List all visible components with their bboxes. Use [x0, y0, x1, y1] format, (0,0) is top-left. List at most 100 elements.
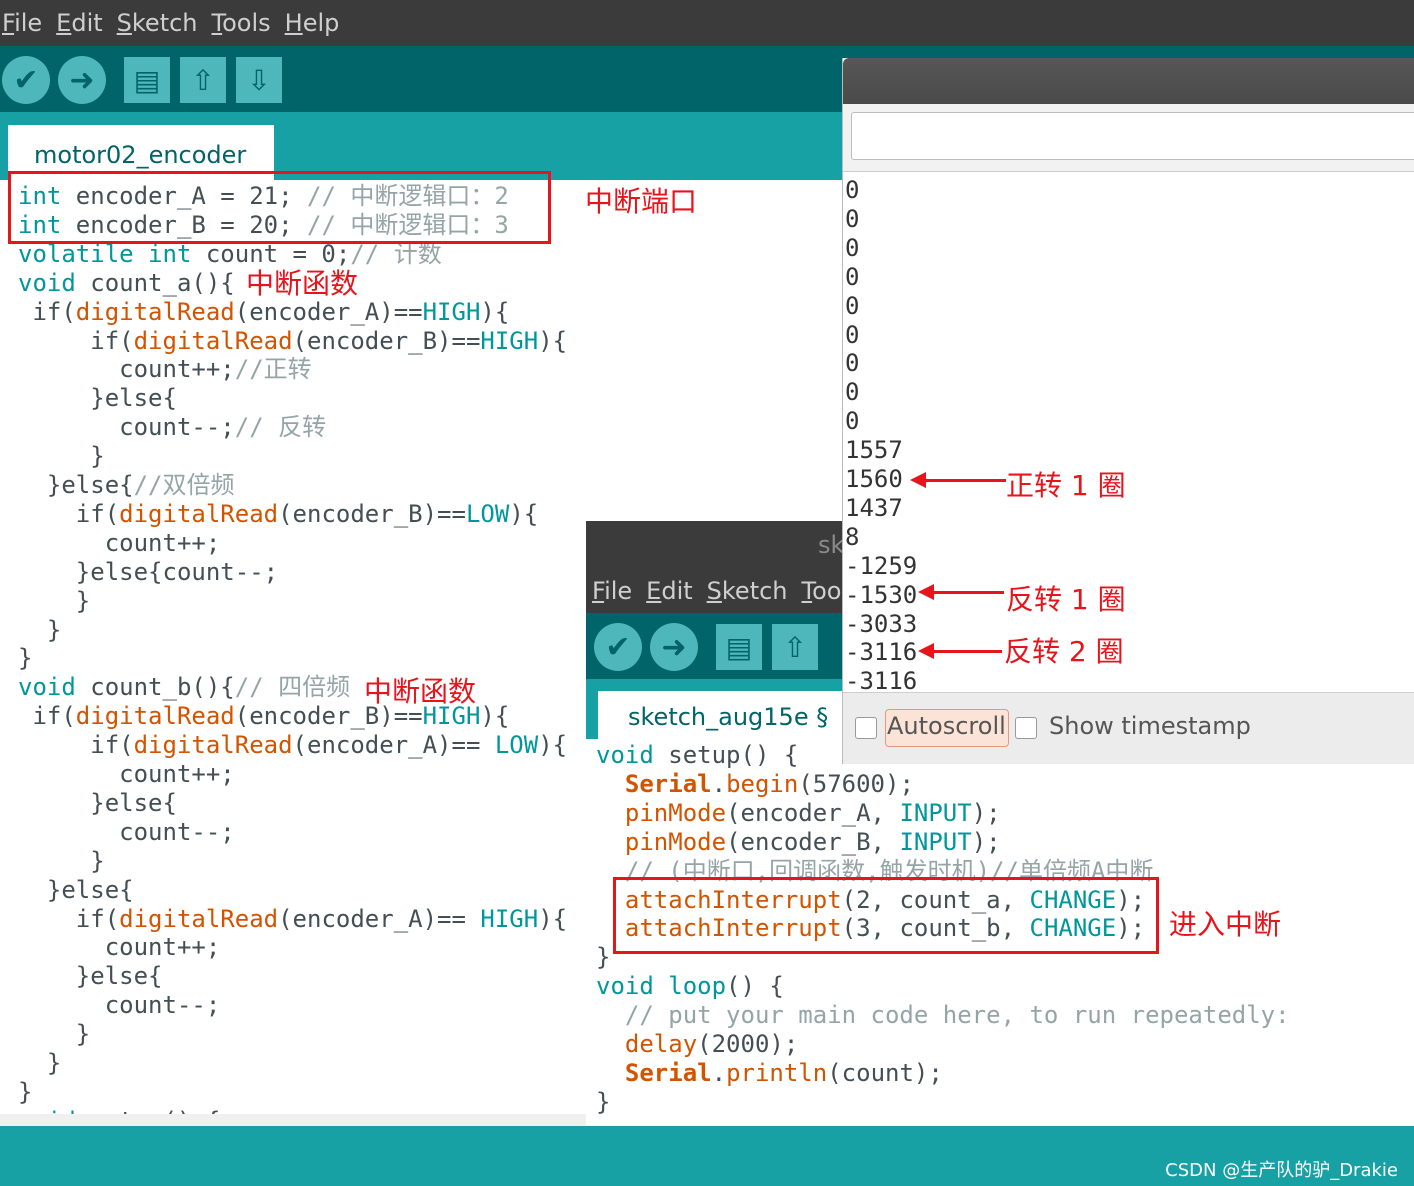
- code-token: }else{: [18, 471, 134, 499]
- code-token: HIGH: [422, 297, 481, 326]
- code-token: println: [726, 1058, 828, 1087]
- code-line: void loop() {: [596, 972, 784, 1001]
- code-token: (encoder_A)==: [278, 904, 481, 933]
- code-token: count--;: [18, 817, 235, 846]
- sketch-menu-tools[interactable]: Too: [802, 577, 842, 605]
- arrow-right-icon: ➜: [661, 629, 687, 665]
- code-line: count--;// 反转: [18, 413, 326, 442]
- serial-output-line: -1530: [845, 580, 918, 609]
- code-token: }: [18, 1020, 91, 1049]
- code-token: (encoder_B)==: [278, 499, 466, 528]
- document-icon: ▤: [133, 63, 161, 97]
- serial-send-input[interactable]: [851, 112, 1414, 160]
- code-token: }: [596, 1087, 611, 1116]
- code-line: }: [596, 1088, 610, 1117]
- code-token: digitalRead: [75, 702, 235, 731]
- code-token: if(: [18, 326, 134, 355]
- code-line: void setup() {: [596, 741, 798, 770]
- code-line: count++;: [18, 760, 235, 789]
- code-line: if(digitalRead(encoder_A)== LOW){: [18, 731, 567, 760]
- menu-edit[interactable]: Edit: [56, 9, 102, 37]
- save-button[interactable]: ⇩: [236, 57, 282, 103]
- code-token: count++;: [18, 355, 235, 384]
- arrow-down-icon: ⇩: [247, 63, 271, 97]
- serial-output-line: -3116: [845, 667, 918, 694]
- code-line: }: [18, 442, 104, 471]
- code-line: }else{: [18, 789, 177, 818]
- code-token: (57600);: [798, 769, 914, 798]
- document-icon: ▤: [725, 630, 753, 664]
- code-line: count++;//正转: [18, 355, 312, 384]
- code-token: }else{: [18, 788, 177, 817]
- code-token: (encoder_A)==: [292, 731, 495, 760]
- code-token: if(: [18, 297, 76, 326]
- arrow-left-icon: [918, 584, 1004, 600]
- code-token: void: [18, 268, 76, 297]
- serial-monitor-titlebar[interactable]: [843, 58, 1414, 104]
- new-button[interactable]: ▤: [124, 57, 170, 103]
- code-token: }: [18, 644, 33, 673]
- enter-interrupt-highlight: [613, 877, 1159, 954]
- menu-tools[interactable]: Tools: [212, 9, 271, 37]
- upload-button[interactable]: ➜: [58, 56, 106, 104]
- code-line: pinMode(encoder_B, INPUT);: [596, 828, 1001, 857]
- sketch-menu-sketch[interactable]: Sketch: [707, 577, 788, 605]
- sketch-new-button[interactable]: ▤: [716, 624, 762, 670]
- show-timestamp-label[interactable]: Show timestamp: [1049, 712, 1251, 740]
- serial-output-line: 0: [845, 378, 860, 407]
- code-token: }else{: [18, 384, 177, 413]
- open-button[interactable]: ⇧: [180, 57, 226, 103]
- code-token: loop: [668, 972, 727, 1001]
- menu-file[interactable]: File: [2, 9, 42, 37]
- sketch-menu-file[interactable]: File: [592, 577, 632, 605]
- code-token: ){: [538, 904, 568, 933]
- code-line: }else{: [18, 962, 163, 991]
- code-token: if(: [18, 731, 134, 760]
- serial-output-line: 8: [845, 522, 860, 551]
- annotation-enter-interrupt: 进入中断: [1169, 908, 1282, 941]
- serial-footer: Autoscroll Show timestamp: [843, 692, 1414, 764]
- code-line: }else{: [18, 384, 177, 413]
- code-token: }else{count--;: [18, 557, 279, 586]
- autoscroll-checkbox[interactable]: [855, 717, 877, 739]
- sketch-menu-edit[interactable]: Edit: [646, 577, 692, 605]
- code-token: void: [596, 741, 654, 769]
- code-token: );: [971, 827, 1001, 856]
- code-token: Serial: [624, 769, 712, 798]
- annotation-isr-b: 中断函数: [364, 675, 477, 708]
- code-line: count--;: [18, 818, 235, 847]
- code-token: (count);: [827, 1058, 943, 1087]
- code-token: setup() {: [76, 1107, 220, 1114]
- code-token: begin: [726, 769, 799, 798]
- menu-sketch[interactable]: Sketch: [117, 9, 198, 37]
- sketch-verify-button[interactable]: ✔: [594, 623, 642, 671]
- code-token: count--;: [18, 991, 221, 1020]
- code-token: if(: [18, 499, 120, 528]
- checkmark-icon: ✔: [13, 62, 39, 98]
- verify-button[interactable]: ✔: [2, 56, 50, 104]
- code-token: count_b(){: [75, 673, 235, 702]
- code-token: }: [18, 615, 62, 644]
- sketch-open-button[interactable]: ⇧: [772, 624, 818, 670]
- annotation-forward-1: 正转 1 圈: [1006, 469, 1126, 502]
- code-line: count++;: [18, 529, 221, 558]
- code-token: }: [18, 1049, 62, 1077]
- interrupt-port-highlight: [8, 171, 551, 244]
- show-timestamp-checkbox[interactable]: [1015, 717, 1037, 739]
- arrow-left-icon: [910, 472, 1006, 488]
- code-line: count++;: [18, 933, 221, 962]
- code-token: ){: [538, 731, 568, 760]
- sketch-upload-button[interactable]: ➜: [650, 623, 698, 671]
- arrow-left-icon: [918, 643, 1002, 659]
- code-line: }: [18, 1020, 90, 1049]
- menu-help[interactable]: Help: [285, 9, 340, 37]
- serial-output-line: 1560: [845, 465, 903, 493]
- tab-sketch-aug15e[interactable]: sketch_aug15e §: [598, 691, 848, 739]
- code-token: void: [18, 1107, 76, 1114]
- code-line: delay(2000);: [596, 1030, 798, 1059]
- autoscroll-label[interactable]: Autoscroll: [887, 712, 1006, 740]
- annotation-interrupt-port: 中断端口: [585, 185, 698, 218]
- checkmark-icon: ✔: [605, 629, 631, 665]
